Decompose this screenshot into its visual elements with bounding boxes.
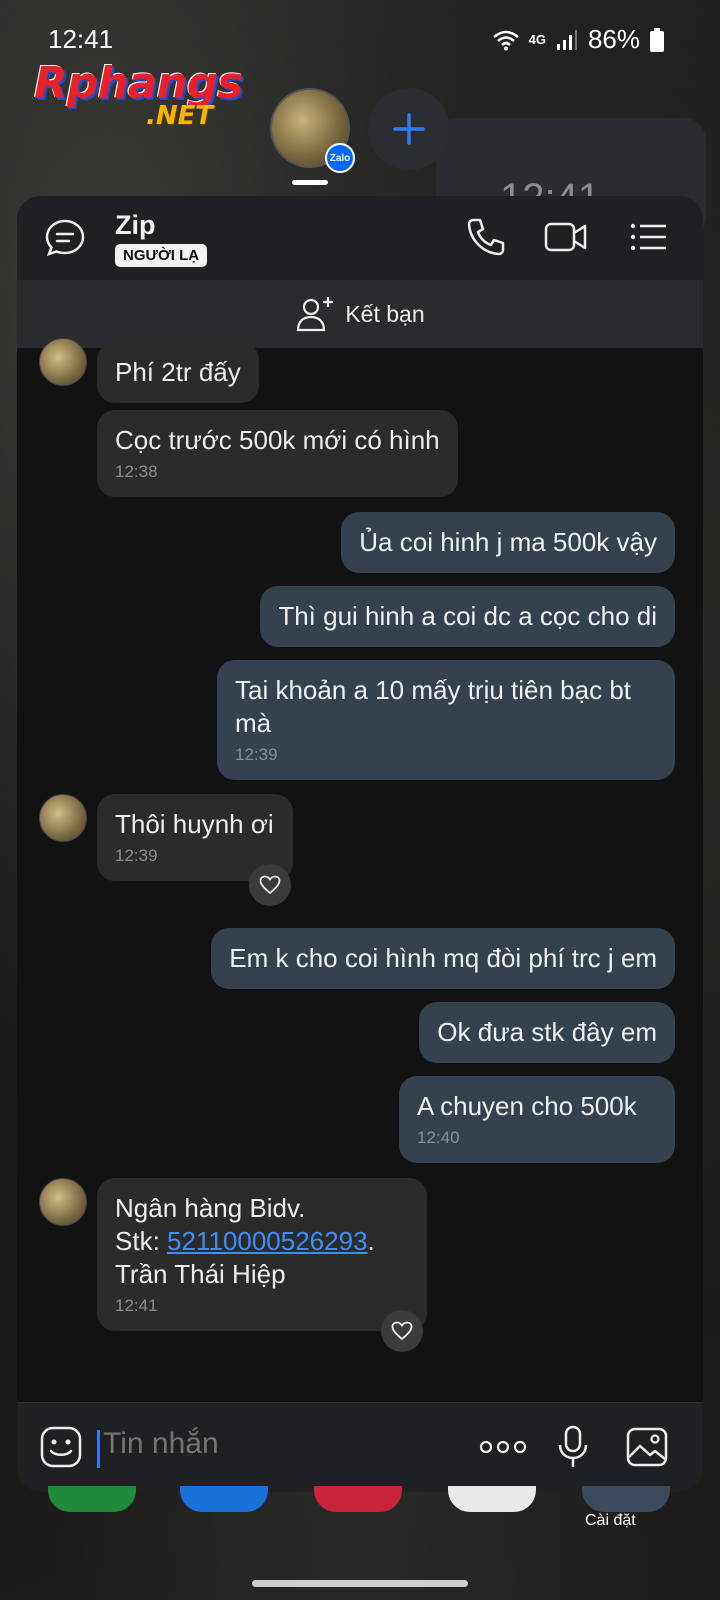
sender-avatar[interactable] <box>39 338 87 386</box>
sender-avatar[interactable] <box>39 1178 87 1226</box>
microphone-icon[interactable] <box>557 1425 589 1469</box>
account-holder-text: Trần Thái Hiệp <box>115 1259 286 1289</box>
account-line: Stk: 52110000526293. <box>115 1225 409 1258</box>
account-suffix: . <box>367 1226 375 1256</box>
add-user-icon <box>297 297 334 332</box>
add-friend-label: Kết bạn <box>345 300 425 327</box>
sender-avatar[interactable] <box>39 794 87 842</box>
wifi-icon <box>492 30 519 50</box>
add-chat-head-button[interactable] <box>368 88 450 170</box>
account-number-link[interactable]: 52110000526293 <box>167 1226 368 1256</box>
chat-window: Zip NGƯỜI LẠ Kết bạn Phí 2tr đấy Cọc trư… <box>17 196 703 1492</box>
stranger-badge: NGƯỜI LẠ <box>115 244 208 267</box>
message-incoming[interactable]: Phí 2tr đấy <box>97 342 259 403</box>
chat-title: Zip <box>115 210 156 240</box>
message-text: Thì gui hinh a coi dc a cọc cho di <box>278 601 657 631</box>
watermark-logo: Rphangs .NET <box>34 58 243 131</box>
message-text: Tai khoản a 10 mấy trịu tiên bạc bt mà <box>235 675 632 738</box>
message-time: 12:40 <box>417 1128 460 1147</box>
message-text: A chuyen cho 500k <box>417 1091 637 1121</box>
phone-call-icon[interactable] <box>465 216 507 258</box>
message-time: 12:39 <box>115 846 158 865</box>
zalo-app-badge: Zalo <box>325 143 355 173</box>
dock-app-icon[interactable] <box>48 1486 136 1512</box>
plus-icon <box>393 113 425 145</box>
signal-icon <box>556 29 577 50</box>
message-text: Phí 2tr đấy <box>115 357 241 387</box>
status-icons: 4G 86% <box>492 24 664 55</box>
message-input[interactable] <box>103 1427 433 1461</box>
message-time: 12:38 <box>115 462 158 481</box>
video-call-icon[interactable] <box>543 216 589 258</box>
message-composer <box>17 1402 703 1492</box>
settings-app-label: Cài đặt <box>585 1512 636 1529</box>
message-text: Thôi huynh ơi <box>115 809 274 839</box>
heart-icon <box>259 875 281 895</box>
message-text: Ủa coi hinh j ma 500k vậy <box>359 527 657 557</box>
message-time: 12:39 <box>235 745 278 764</box>
battery-percent: 86% <box>587 24 640 54</box>
message-outgoing[interactable]: Thì gui hinh a coi dc a cọc cho di <box>260 586 675 647</box>
message-incoming[interactable]: Cọc trước 500k mới có hình 12:38 <box>97 410 458 497</box>
dock-app-icon[interactable] <box>448 1486 536 1512</box>
settings-app-icon[interactable] <box>582 1486 670 1512</box>
status-time: 12:41 <box>48 24 114 54</box>
message-outgoing[interactable]: Em k cho coi hình mq đòi phí trc j em <box>211 928 675 989</box>
sticker-emoji-icon[interactable] <box>39 1425 83 1469</box>
account-prefix: Stk: <box>115 1226 168 1256</box>
add-friend-button[interactable]: Kết bạn <box>17 280 703 348</box>
message-outgoing[interactable]: Ok đưa stk đây em <box>419 1002 675 1063</box>
dock-app-icon[interactable] <box>180 1486 268 1512</box>
message-text: Cọc trước 500k mới có hình <box>115 425 440 455</box>
image-gallery-icon[interactable] <box>625 1425 669 1469</box>
dock-app-icon[interactable] <box>314 1486 402 1512</box>
menu-list-icon[interactable] <box>629 216 669 258</box>
navigation-handle[interactable] <box>252 1580 468 1587</box>
chat-bubble-icon[interactable] <box>43 216 87 260</box>
message-incoming[interactable]: Ngân hàng Bidv. Stk: 52110000526293. Trầ… <box>97 1178 427 1331</box>
react-heart-button[interactable] <box>381 1310 423 1352</box>
bank-name-text: Ngân hàng Bidv. <box>115 1193 306 1223</box>
message-text: Em k cho coi hình mq đòi phí trc j em <box>229 943 657 973</box>
heart-icon <box>391 1321 413 1341</box>
message-outgoing[interactable]: Ủa coi hinh j ma 500k vậy <box>341 512 675 573</box>
chat-head-indicator <box>292 180 328 185</box>
more-options-icon[interactable] <box>479 1437 527 1457</box>
message-list: Phí 2tr đấy Cọc trước 500k mới có hình 1… <box>17 338 703 1402</box>
message-outgoing[interactable]: Tai khoản a 10 mấy trịu tiên bạc bt mà 1… <box>217 660 675 780</box>
react-heart-button[interactable] <box>249 864 291 906</box>
message-outgoing[interactable]: A chuyen cho 500k 12:40 <box>399 1076 675 1163</box>
chat-header: Zip NGƯỜI LẠ <box>17 196 703 280</box>
battery-icon <box>650 27 664 52</box>
network-type: 4G <box>528 32 546 47</box>
text-cursor <box>97 1430 100 1468</box>
message-text: Ok đưa stk đây em <box>437 1017 657 1047</box>
message-time: 12:41 <box>115 1296 158 1315</box>
